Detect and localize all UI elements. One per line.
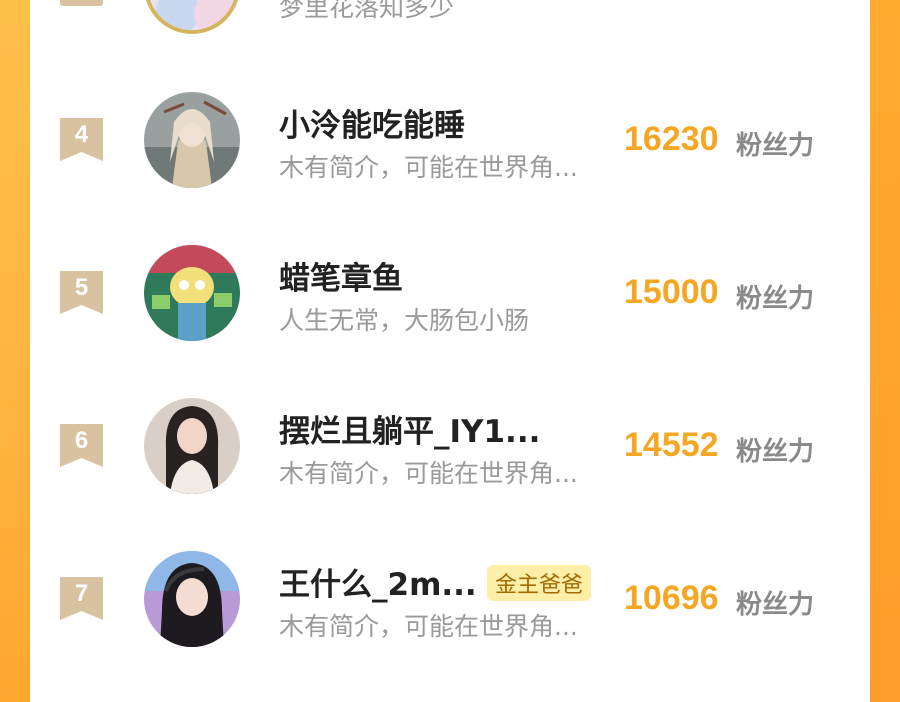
- user-bio: 梦里花落知多少: [279, 0, 455, 22]
- user-bio: 人生无常，大肠包小肠: [279, 306, 530, 335]
- avatar[interactable]: [144, 245, 240, 341]
- rank-ribbon-icon: 4: [60, 118, 103, 161]
- right-background-edge: [870, 0, 900, 702]
- avatar[interactable]: [144, 0, 240, 34]
- rank-number: 6: [74, 427, 89, 454]
- fan-score: 14552: [624, 426, 719, 464]
- rank-number: 5: [74, 274, 89, 301]
- avatar[interactable]: [144, 398, 240, 494]
- user-bio: 木有简介，可能在世界角...: [279, 459, 578, 488]
- fan-score: 15000: [624, 273, 719, 311]
- list-item[interactable]: 4 小泠能吃能睡 木有简介，可能在世界角... 16230 粉丝力: [30, 78, 870, 198]
- vip-badge: 金主爸爸: [487, 565, 592, 601]
- fan-score-unit: 粉丝力: [736, 131, 815, 161]
- fan-score-unit: 粉丝力: [736, 437, 815, 467]
- list-item[interactable]: 6 摆烂且躺平_IY1... 木有简介，可能在世界角... 14552 粉丝力: [30, 384, 870, 504]
- rank-ribbon-icon: [60, 0, 103, 6]
- user-bio: 木有简介，可能在世界角...: [279, 153, 578, 182]
- rank-ribbon-icon: 5: [60, 271, 103, 314]
- user-name[interactable]: 小泠能吃能睡: [279, 100, 465, 145]
- rank-ribbon-icon: 7: [60, 577, 103, 620]
- list-item[interactable]: 5 蜡笔章鱼 人生无常，大肠包小肠 15000 粉丝力: [30, 231, 870, 351]
- rank-number: 7: [74, 580, 89, 607]
- fan-score-unit: 粉丝力: [736, 284, 815, 314]
- user-name[interactable]: 蜡笔章鱼: [279, 253, 403, 298]
- left-background-edge: [0, 0, 30, 702]
- fan-score-unit: 粉丝力: [736, 590, 815, 620]
- rank-ribbon-icon: 6: [60, 424, 103, 467]
- fan-score: 10696: [624, 579, 719, 617]
- list-item[interactable]: 7 王什么_2m... 金主爸爸 木有简介，可能在世界角... 10696 粉丝…: [30, 537, 870, 657]
- rank-number: 4: [74, 121, 89, 148]
- user-bio: 木有简介，可能在世界角...: [279, 612, 578, 641]
- fan-score: 16230: [624, 120, 719, 158]
- avatar[interactable]: [144, 551, 240, 647]
- user-name[interactable]: 王什么_2m...: [279, 559, 477, 604]
- leaderboard-card: 梦里花落知多少 4 小泠能吃能睡 木有简介，可能在世界角... 16230 粉丝…: [30, 0, 870, 702]
- avatar[interactable]: [144, 92, 240, 188]
- user-name[interactable]: 摆烂且躺平_IY1...: [279, 406, 540, 451]
